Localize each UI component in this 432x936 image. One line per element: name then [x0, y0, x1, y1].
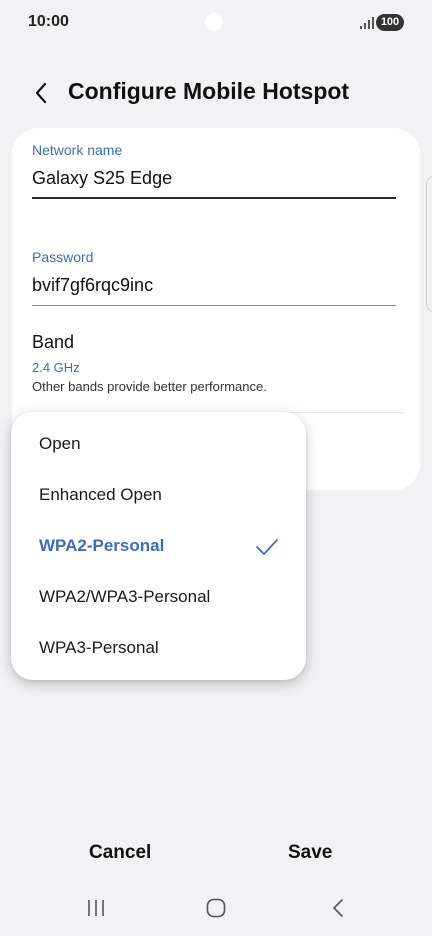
- security-dropdown-menu: Open Enhanced Open WPA2-Personal WPA2/WP…: [11, 412, 306, 680]
- recents-button[interactable]: [84, 896, 108, 920]
- battery-indicator: 100: [376, 14, 404, 31]
- status-bar: 10:00 100: [0, 0, 432, 46]
- save-button[interactable]: Save: [288, 842, 332, 864]
- security-option-enhanced-open[interactable]: Enhanced Open: [11, 471, 306, 522]
- option-label: Open: [39, 434, 81, 453]
- recents-icon: [88, 900, 104, 916]
- security-option-wpa3-personal[interactable]: WPA3-Personal: [11, 624, 306, 675]
- navigation-bar: [0, 888, 432, 928]
- band-setting[interactable]: Band 2.4 GHz Other bands provide better …: [12, 324, 420, 402]
- option-label: Enhanced Open: [39, 485, 162, 504]
- home-icon: [206, 898, 226, 918]
- status-time: 10:00: [28, 13, 69, 30]
- network-name-underline: [32, 197, 396, 199]
- security-option-wpa2-personal[interactable]: WPA2-Personal: [11, 522, 306, 573]
- network-name-label: Network name: [32, 142, 123, 158]
- option-label: WPA2-Personal: [39, 536, 165, 555]
- nav-back-button[interactable]: [326, 896, 350, 920]
- bottom-actions: Cancel Save: [0, 830, 432, 880]
- password-underline: [32, 305, 396, 306]
- scroll-edge-handle[interactable]: [426, 176, 432, 312]
- password-label: Password: [32, 249, 94, 265]
- password-input[interactable]: [32, 275, 392, 296]
- cancel-button[interactable]: Cancel: [89, 842, 151, 864]
- back-icon: [333, 899, 343, 917]
- home-button[interactable]: [204, 896, 228, 920]
- back-button[interactable]: [24, 76, 58, 110]
- camera-cutout: [205, 13, 223, 31]
- band-value: 2.4 GHz: [32, 360, 80, 375]
- signal-icon: [360, 17, 374, 29]
- option-label: WPA2/WPA3-Personal: [39, 587, 211, 606]
- band-description: Other bands provide better performance.: [32, 379, 267, 394]
- check-icon: [256, 539, 278, 555]
- option-label: WPA3-Personal: [39, 638, 159, 657]
- band-title: Band: [32, 332, 75, 352]
- header: Configure Mobile Hotspot: [0, 70, 432, 114]
- network-name-input[interactable]: [32, 168, 392, 189]
- chevron-left-icon: [35, 82, 47, 104]
- page-title: Configure Mobile Hotspot: [68, 78, 350, 104]
- security-option-wpa2-wpa3-personal[interactable]: WPA2/WPA3-Personal: [11, 573, 306, 624]
- security-option-open[interactable]: Open: [11, 420, 306, 471]
